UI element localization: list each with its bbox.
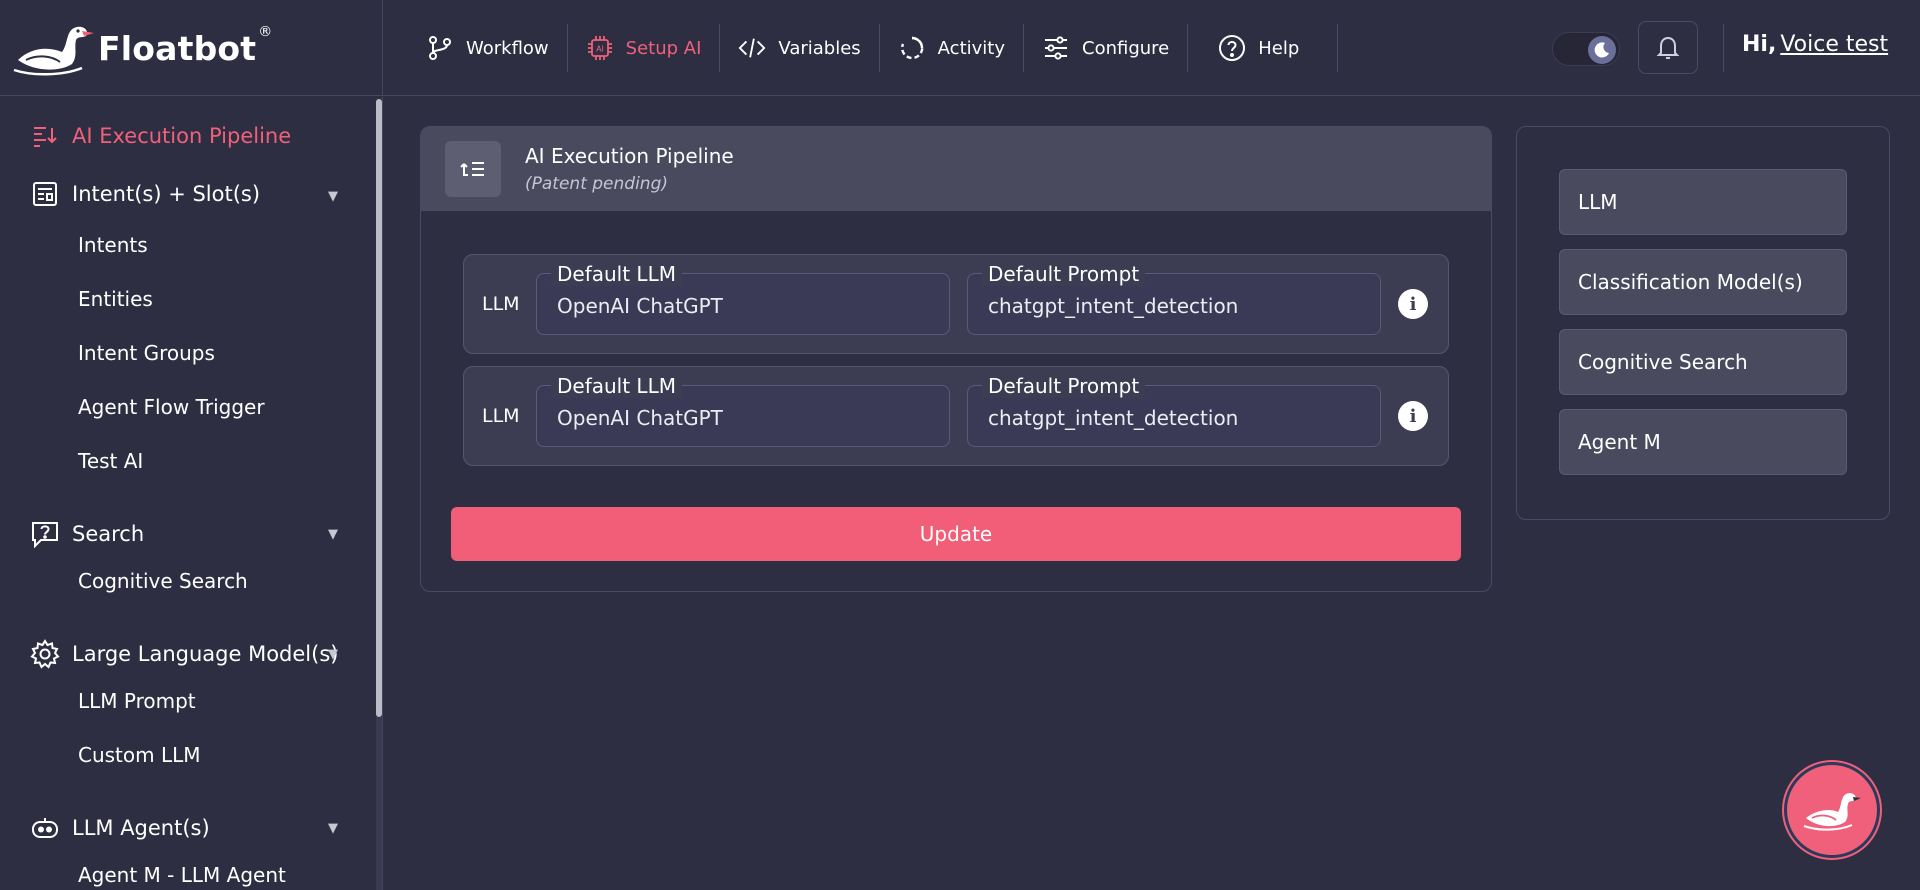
question-icon: [30, 519, 60, 549]
sliders-icon: [1042, 34, 1070, 62]
default-prompt-select[interactable]: Default Prompt chatgpt_intent_detection: [967, 262, 1381, 335]
nav-divider: [1337, 24, 1339, 72]
pipeline-card-header: AI Execution Pipeline (Patent pending): [421, 127, 1491, 211]
chevron-down-icon[interactable]: ▼: [328, 189, 338, 204]
nav-workflow[interactable]: Workflow: [408, 22, 567, 74]
chevron-down-icon[interactable]: ▼: [328, 821, 338, 836]
pipeline-row: LLM Default LLM OpenAI ChatGPT Default P…: [463, 366, 1449, 466]
sidebar-scrollbar-thumb[interactable]: [376, 99, 382, 717]
pipeline-options-panel: LLM Classification Model(s) Cognitive Se…: [1516, 126, 1890, 520]
gear-icon: [30, 639, 60, 669]
sidebar-group-llm-agents[interactable]: LLM Agent(s): [30, 813, 210, 843]
sidebar: AI Execution Pipeline Intent(s) + Slot(s…: [0, 97, 383, 890]
app-root: Floatbot ® Workflow AI Setup AI Variable…: [0, 0, 1920, 890]
sidebar-group-label: LLM Agent(s): [72, 816, 210, 840]
pipeline-subtitle: (Patent pending): [525, 174, 669, 194]
nav-label: Setup AI: [625, 37, 702, 59]
sidebar-item-cognitive-search[interactable]: Cognitive Search: [78, 569, 248, 593]
sidebar-item-ai-execution-pipeline[interactable]: AI Execution Pipeline: [30, 121, 291, 151]
greeting-label: Hi,: [1742, 32, 1777, 57]
sidebar-item-entities[interactable]: Entities: [78, 287, 153, 311]
header-divider: [1723, 24, 1724, 72]
pipeline-title: AI Execution Pipeline: [525, 144, 734, 168]
nav-help[interactable]: Help: [1188, 22, 1337, 74]
info-icon[interactable]: i: [1398, 289, 1428, 319]
nav-variables[interactable]: Variables: [720, 22, 878, 74]
update-button[interactable]: Update: [451, 507, 1461, 561]
nav-setup-ai[interactable]: AI Setup AI: [568, 22, 720, 74]
add-llm-button[interactable]: LLM: [1559, 169, 1847, 235]
robot-icon: [30, 813, 60, 843]
pipeline-card: AI Execution Pipeline (Patent pending) L…: [420, 126, 1492, 592]
notifications-button[interactable]: [1638, 21, 1698, 74]
field-label: Default LLM: [551, 262, 682, 286]
code-icon: [738, 34, 766, 62]
intent-icon: [30, 179, 60, 209]
sidebar-item-agent-flow-trigger[interactable]: Agent Flow Trigger: [78, 395, 265, 419]
sidebar-item-test-ai[interactable]: Test AI: [78, 449, 143, 473]
workflow-icon: [426, 34, 454, 62]
default-llm-select[interactable]: Default LLM OpenAI ChatGPT: [536, 262, 950, 335]
ai-chip-icon: AI: [586, 34, 614, 62]
help-icon: [1218, 34, 1246, 62]
nav-label: Variables: [778, 37, 861, 59]
sidebar-group-label: Search: [72, 522, 145, 546]
dark-mode-toggle[interactable]: [1552, 32, 1620, 66]
sidebar-group-label: Intent(s) + Slot(s): [72, 182, 261, 206]
sidebar-group-label: Large Language Model(s): [72, 642, 339, 666]
nav-configure[interactable]: Configure: [1024, 22, 1187, 74]
nav-activity[interactable]: Activity: [880, 22, 1023, 74]
field-value: OpenAI ChatGPT: [557, 294, 723, 318]
add-classification-model-button[interactable]: Classification Model(s): [1559, 249, 1847, 315]
brand-registered-mark: ®: [258, 24, 273, 40]
field-value: chatgpt_intent_detection: [988, 294, 1239, 318]
sidebar-item-llm-prompt[interactable]: LLM Prompt: [78, 689, 196, 713]
activity-icon: [898, 34, 926, 62]
brand-name: Floatbot: [98, 28, 257, 68]
user-greeting: Hi, Voice test: [1742, 32, 1888, 57]
duck-bot-icon: [1803, 793, 1861, 831]
nav-label: Help: [1258, 37, 1300, 59]
top-header: Floatbot ® Workflow AI Setup AI Variable…: [0, 0, 1920, 96]
user-name-link[interactable]: Voice test: [1780, 32, 1888, 57]
brand-logo[interactable]: Floatbot ®: [0, 0, 383, 96]
sidebar-group-intents-slots[interactable]: Intent(s) + Slot(s): [30, 179, 260, 209]
sidebar-group-llm[interactable]: Large Language Model(s): [30, 639, 338, 669]
main-nav: Workflow AI Setup AI Variables Activity …: [408, 22, 1339, 74]
sidebar-item-agent-m[interactable]: Agent M - LLM Agent: [78, 863, 286, 887]
info-icon[interactable]: i: [1398, 401, 1428, 431]
field-label: Default Prompt: [982, 262, 1146, 286]
pipeline-icon: [30, 121, 60, 151]
nav-label: Configure: [1082, 37, 1170, 59]
chevron-down-icon[interactable]: ▼: [328, 647, 338, 662]
row-type-label: LLM: [482, 293, 520, 315]
pipeline-title-block: AI Execution Pipeline (Patent pending): [525, 144, 734, 194]
bell-icon: [1656, 36, 1680, 59]
sidebar-scrollbar-track[interactable]: [376, 717, 382, 890]
field-value: OpenAI ChatGPT: [557, 406, 723, 430]
field-label: Default LLM: [551, 374, 682, 398]
nav-label: Activity: [937, 37, 1005, 59]
add-cognitive-search-button[interactable]: Cognitive Search: [1559, 329, 1847, 395]
pipeline-row: LLM Default LLM OpenAI ChatGPT Default P…: [463, 254, 1449, 354]
sidebar-group-search[interactable]: Search: [30, 519, 144, 549]
sidebar-item-custom-llm[interactable]: Custom LLM: [78, 743, 201, 767]
chatbot-launcher-button[interactable]: [1784, 762, 1880, 858]
sidebar-item-label: AI Execution Pipeline: [72, 124, 292, 148]
moon-icon: [1588, 36, 1616, 64]
row-type-label: LLM: [482, 405, 520, 427]
sidebar-item-intent-groups[interactable]: Intent Groups: [78, 341, 215, 365]
chevron-down-icon[interactable]: ▼: [328, 527, 338, 542]
duck-logo-icon: [13, 26, 94, 76]
sidebar-item-intents[interactable]: Intents: [78, 233, 148, 257]
default-prompt-select[interactable]: Default Prompt chatgpt_intent_detection: [967, 374, 1381, 447]
pipeline-icon: [445, 141, 501, 197]
field-value: chatgpt_intent_detection: [988, 406, 1239, 430]
field-label: Default Prompt: [982, 374, 1146, 398]
svg-text:AI: AI: [596, 45, 604, 54]
nav-label: Workflow: [466, 37, 549, 59]
add-agent-m-button[interactable]: Agent M: [1559, 409, 1847, 475]
default-llm-select[interactable]: Default LLM OpenAI ChatGPT: [536, 374, 950, 447]
